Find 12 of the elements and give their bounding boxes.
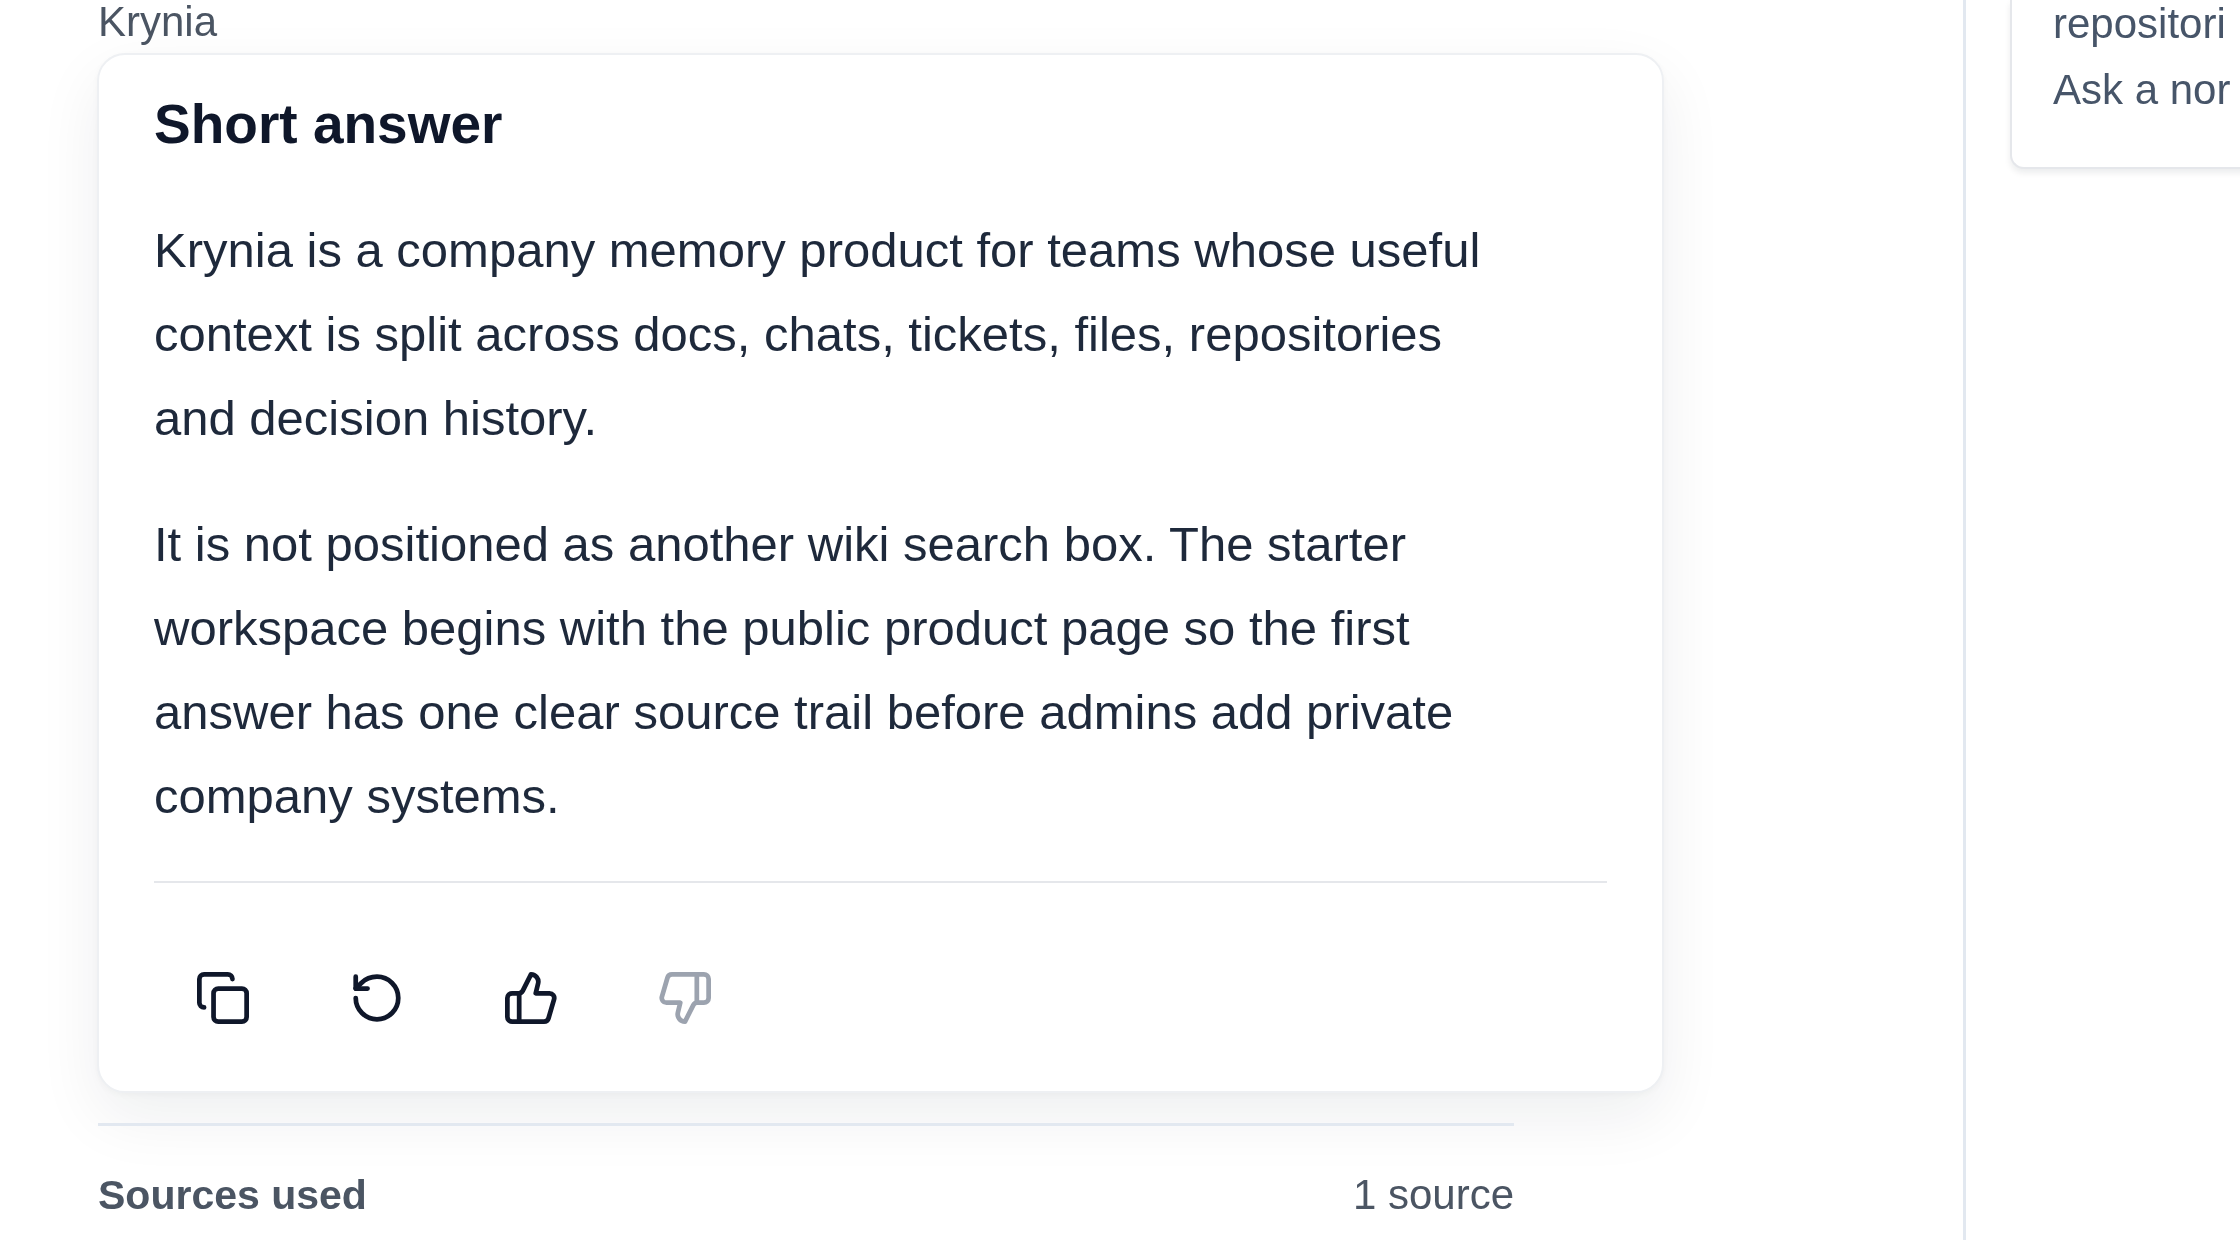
sender-name: Krynia xyxy=(98,0,218,44)
source-count: 1 source xyxy=(1352,1170,1514,1220)
counterclockwise-arrow-icon xyxy=(351,972,403,1024)
answer-paragraph: Krynia is a company memory product for teams whose useful context is split across docs, chats, tickets, files, repositories and decision history. xyxy=(154,222,1482,447)
answer-paragraph: It is not positioned as another wiki search box. The starter workspace begins with the public product page so the first answer has one clear source trail before admins add private company systems. xyxy=(154,516,1455,825)
thumbs-up-icon xyxy=(505,972,557,1024)
side-card-text: repositori xyxy=(2053,0,2227,48)
thumbs-down-icon xyxy=(659,972,711,1024)
copy-icon xyxy=(197,972,249,1024)
sources-heading: Sources used xyxy=(98,1171,367,1220)
card-title: Short answer xyxy=(154,92,504,157)
side-card-text: Ask a nor xyxy=(2053,66,2232,114)
